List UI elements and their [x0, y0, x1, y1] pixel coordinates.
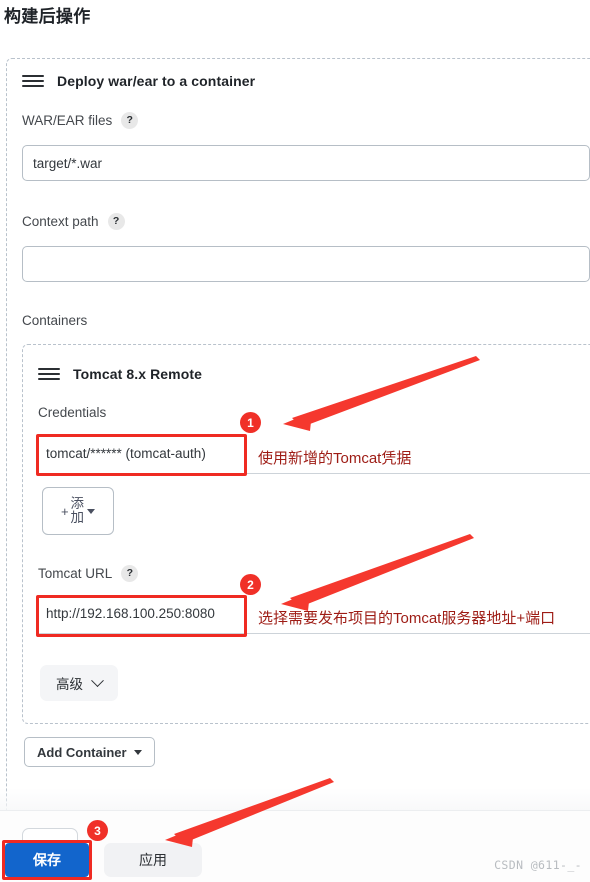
add-credentials-label: 添 加	[70, 495, 85, 525]
section-title: Deploy war/ear to a container	[57, 73, 256, 89]
context-path-input[interactable]	[22, 246, 590, 282]
drag-handle-icon[interactable]	[38, 367, 60, 381]
context-path-label-text: Context path	[22, 214, 99, 229]
add-credentials-button[interactable]: + 添 加	[42, 487, 114, 535]
context-path-label: Context path ?	[22, 213, 125, 230]
watermark: CSDN @611-_-	[494, 858, 582, 872]
tomcat-url-label: Tomcat URL ?	[38, 565, 139, 582]
drag-handle-icon[interactable]	[22, 74, 44, 88]
containers-label: Containers	[22, 313, 88, 328]
badge-2: 2	[240, 574, 261, 595]
screenshot-root: 构建后操作 Deploy war/ear to a container WAR/…	[0, 0, 590, 882]
add-container-label: Add Container	[37, 744, 127, 760]
tomcat-url-label-text: Tomcat URL	[38, 566, 113, 581]
war-ear-files-input[interactable]: target/*.war	[22, 145, 590, 181]
annotation-text-2: 选择需要发布项目的Tomcat服务器地址+端口	[258, 610, 556, 627]
container-header-tomcat[interactable]: Tomcat 8.x Remote	[38, 366, 202, 382]
caret-down-icon	[87, 508, 96, 514]
caret-down-icon	[133, 749, 142, 755]
badge-3: 3	[87, 820, 108, 841]
add-label-line1: 添	[70, 495, 85, 511]
advanced-button[interactable]: 高级	[40, 665, 118, 701]
section-header-deploy[interactable]: Deploy war/ear to a container	[22, 73, 255, 89]
help-icon[interactable]: ?	[121, 112, 139, 129]
save-button[interactable]: 保存	[5, 843, 89, 877]
help-icon[interactable]: ?	[121, 565, 139, 582]
plus-icon: +	[60, 503, 69, 519]
add-label-line2: 加	[70, 510, 85, 525]
advanced-label: 高级	[56, 677, 83, 692]
war-ear-files-label: WAR/EAR files ?	[22, 112, 139, 129]
container-title: Tomcat 8.x Remote	[73, 366, 203, 382]
add-container-button[interactable]: Add Container	[24, 737, 155, 767]
war-ear-files-label-text: WAR/EAR files	[22, 113, 113, 128]
page-title: 构建后操作	[4, 7, 91, 26]
chevron-down-icon	[91, 673, 104, 687]
apply-button[interactable]: 应用	[104, 843, 202, 877]
annotation-text-1: 使用新增的Tomcat凭据	[258, 450, 412, 467]
help-icon[interactable]: ?	[107, 213, 125, 230]
credentials-label: Credentials	[38, 405, 107, 420]
badge-1: 1	[240, 412, 261, 433]
tomcat-url-value: http://192.168.100.250:8080	[46, 606, 215, 621]
credentials-select-value: tomcat/****** (tomcat-auth)	[46, 446, 206, 461]
